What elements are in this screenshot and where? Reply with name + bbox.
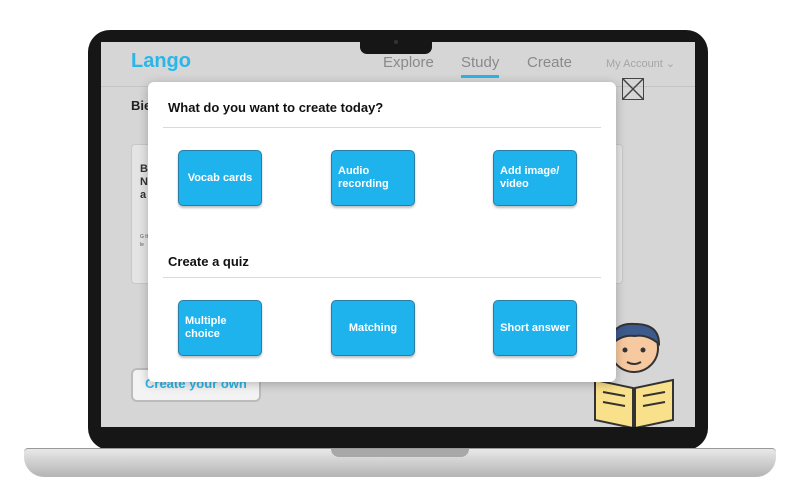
matching-button[interactable]: Matching xyxy=(331,300,415,356)
audio-recording-button[interactable]: Audio recording xyxy=(331,150,415,206)
add-image-video-button[interactable]: Add image/ video xyxy=(493,150,577,206)
quiz-heading: Create a quiz xyxy=(168,254,249,269)
short-answer-button[interactable]: Short answer xyxy=(493,300,577,356)
camera-notch xyxy=(360,36,432,54)
quiz-divider xyxy=(163,277,601,278)
multiple-choice-button[interactable]: Multiple choice xyxy=(178,300,262,356)
nav-create[interactable]: Create xyxy=(527,54,572,71)
create-modal: What do you want to create today? Vocab … xyxy=(148,82,616,382)
create-heading: What do you want to create today? xyxy=(168,100,384,115)
camera-icon xyxy=(394,40,398,44)
laptop-base-groove xyxy=(331,449,469,457)
create-divider xyxy=(163,127,601,128)
close-icon[interactable] xyxy=(622,78,644,100)
app-logo[interactable]: Lango xyxy=(131,50,191,73)
app-screen: Lango Explore Study Create My Account ⌄ … xyxy=(101,42,695,427)
my-account-menu[interactable]: My Account ⌄ xyxy=(606,57,675,70)
vocab-cards-button[interactable]: Vocab cards xyxy=(178,150,262,206)
nav-explore[interactable]: Explore xyxy=(383,54,434,71)
nav-study[interactable]: Study xyxy=(461,54,500,78)
